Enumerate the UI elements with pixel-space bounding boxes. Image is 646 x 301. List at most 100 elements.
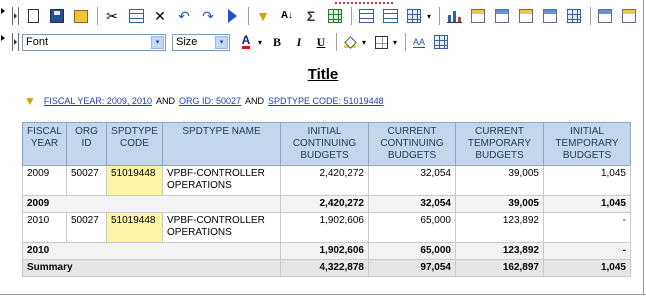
undo-button[interactable]: ↶	[173, 6, 195, 26]
layout-footer-button[interactable]	[515, 6, 537, 26]
cell-current-continuing[interactable]: 65,000	[368, 212, 456, 243]
cell-initial-temporary[interactable]: 1,045	[543, 165, 631, 196]
chevron-down-icon[interactable]: ▾	[215, 35, 228, 49]
insert-table-button[interactable]	[355, 6, 377, 26]
font-color-button[interactable]: A	[236, 32, 256, 52]
chevron-down-icon[interactable]: ▾	[151, 35, 164, 49]
cell-spdtype-name[interactable]: VPBF-CONTROLLER OPERATIONS	[162, 212, 281, 243]
subtotal-current-temporary[interactable]: 123,892	[455, 242, 544, 260]
delete-button[interactable]: ✕	[149, 6, 171, 26]
column-header-initial-continuing[interactable]: INITIAL CONTINUING BUDGETS	[280, 122, 369, 166]
format-toolbar: Font ▾ Size ▾ A ▾ B I U ▾ ▾ AA	[12, 31, 472, 53]
redo-icon: ↷	[202, 8, 214, 24]
cell-fiscal-year[interactable]: 2009	[22, 165, 67, 196]
new-document-button[interactable]	[22, 6, 44, 26]
toolbar-separator	[336, 33, 337, 51]
filter-icon: ▼	[24, 94, 36, 108]
edge-marker-icon	[1, 35, 5, 41]
edge-marker-icon	[1, 8, 5, 14]
run-button[interactable]	[221, 6, 243, 26]
save-button[interactable]	[46, 6, 68, 26]
font-color-dropdown-icon[interactable]: ▾	[256, 38, 264, 47]
filter-org-id-link[interactable]: ORG ID: 50027	[179, 96, 241, 106]
summary-initial-continuing[interactable]: 4,322,878	[280, 259, 369, 277]
cut-button[interactable]: ✂	[101, 6, 123, 26]
cell-current-continuing[interactable]: 32,054	[368, 165, 456, 196]
border-button[interactable]	[371, 32, 391, 52]
paste-button[interactable]	[125, 6, 147, 26]
report-title[interactable]: Title	[0, 66, 646, 83]
layout-group-button[interactable]	[539, 6, 561, 26]
insert-crosstab-button[interactable]	[379, 6, 401, 26]
subtotal-current-temporary[interactable]: 39,005	[455, 195, 544, 213]
toolbar-grip-icon[interactable]	[12, 7, 19, 25]
font-color-icon: A	[241, 33, 251, 49]
filter-spdtype-code-link[interactable]: SPDTYPE CODE: 51019448	[268, 96, 384, 106]
size-select[interactable]: Size ▾	[172, 33, 230, 51]
cell-spdtype-code[interactable]: 51019448	[106, 212, 163, 243]
cell-current-temporary[interactable]: 123,892	[455, 212, 544, 243]
font-select[interactable]: Font ▾	[22, 33, 166, 51]
fill-color-dropdown-icon[interactable]: ▾	[360, 38, 368, 47]
subtotal-label[interactable]: 2009	[22, 195, 281, 213]
paste-icon	[128, 9, 144, 23]
column-header-spdtype-code[interactable]: SPDTYPE CODE	[106, 122, 163, 166]
column-header-fiscal-year[interactable]: FISCAL YEAR	[22, 122, 67, 166]
cell-org-id[interactable]: 50027	[66, 212, 107, 243]
border-dropdown-icon[interactable]: ▾	[391, 38, 399, 47]
subtotal-initial-continuing[interactable]: 1,902,606	[280, 242, 369, 260]
summary-current-continuing[interactable]: 97,054	[368, 259, 456, 277]
redo-button[interactable]: ↷	[197, 6, 219, 26]
cell-fiscal-year[interactable]: 2010	[22, 212, 67, 243]
subtotal-label[interactable]: 2010	[22, 242, 281, 260]
pivot-button[interactable]	[563, 6, 585, 26]
text-style-button[interactable]: AA	[409, 32, 429, 52]
cell-org-id[interactable]: 50027	[66, 165, 107, 196]
summary-label[interactable]: Summary	[22, 259, 281, 277]
underline-button[interactable]: U	[311, 32, 331, 52]
italic-button[interactable]: I	[289, 32, 309, 52]
fill-color-button[interactable]	[340, 32, 360, 52]
subtotal-initial-temporary[interactable]: 1,045	[543, 195, 631, 213]
table-options-icon	[407, 9, 421, 23]
subtotal-current-continuing[interactable]: 65,000	[368, 242, 456, 260]
subtotal-current-continuing[interactable]: 32,054	[368, 195, 456, 213]
subtotal-row: 2010 1,902,606 65,000 123,892 -	[22, 242, 631, 260]
export-excel-button[interactable]	[324, 6, 346, 26]
excel-icon	[328, 9, 342, 23]
move-down-button[interactable]	[618, 6, 640, 26]
cell-initial-continuing[interactable]: 1,902,606	[280, 212, 369, 243]
cell-initial-continuing[interactable]: 2,420,272	[280, 165, 369, 196]
subtotal-initial-temporary[interactable]: -	[543, 242, 631, 260]
cell-spdtype-code[interactable]: 51019448	[106, 165, 163, 196]
toolbar-grip-icon[interactable]	[12, 33, 19, 51]
gridlines-button[interactable]	[431, 32, 451, 52]
copy-format-button[interactable]	[70, 6, 92, 26]
cell-initial-temporary[interactable]: -	[543, 212, 631, 243]
column-header-current-continuing[interactable]: CURRENT CONTINUING BUDGETS	[368, 122, 456, 166]
layout-header-button[interactable]	[491, 6, 513, 26]
layout-section-button[interactable]	[467, 6, 489, 26]
delete-icon: ✕	[154, 8, 166, 24]
summary-initial-temporary[interactable]: 1,045	[543, 259, 631, 277]
cell-current-temporary[interactable]: 39,005	[455, 165, 544, 196]
column-header-current-temporary[interactable]: CURRENT TEMPORARY BUDGETS	[455, 122, 544, 166]
layout-header-icon	[495, 9, 509, 23]
filter-button[interactable]: ▼	[252, 6, 274, 26]
column-header-org-id[interactable]: ORG ID	[66, 122, 107, 166]
bold-button[interactable]: B	[267, 32, 287, 52]
column-header-initial-temporary[interactable]: INITIAL TEMPORARY BUDGETS	[543, 122, 631, 166]
filter-fiscal-year-link[interactable]: FISCAL YEAR: 2009, 2010	[44, 96, 152, 106]
summary-current-temporary[interactable]: 162,897	[455, 259, 544, 277]
move-up-button[interactable]	[594, 6, 616, 26]
subtotal-initial-continuing[interactable]: 2,420,272	[280, 195, 369, 213]
column-header-spdtype-name[interactable]: SPDTYPE NAME	[162, 122, 281, 166]
table-options-dropdown-icon[interactable]: ▾	[425, 12, 433, 21]
save-icon	[50, 9, 64, 23]
chart-button[interactable]	[443, 6, 465, 26]
font-select-value: Font	[26, 36, 49, 48]
sort-button[interactable]: A↓	[276, 6, 298, 26]
totals-button[interactable]: Σ	[300, 6, 322, 26]
table-options-button[interactable]	[403, 6, 425, 26]
cell-spdtype-name[interactable]: VPBF-CONTROLLER OPERATIONS	[162, 165, 281, 196]
